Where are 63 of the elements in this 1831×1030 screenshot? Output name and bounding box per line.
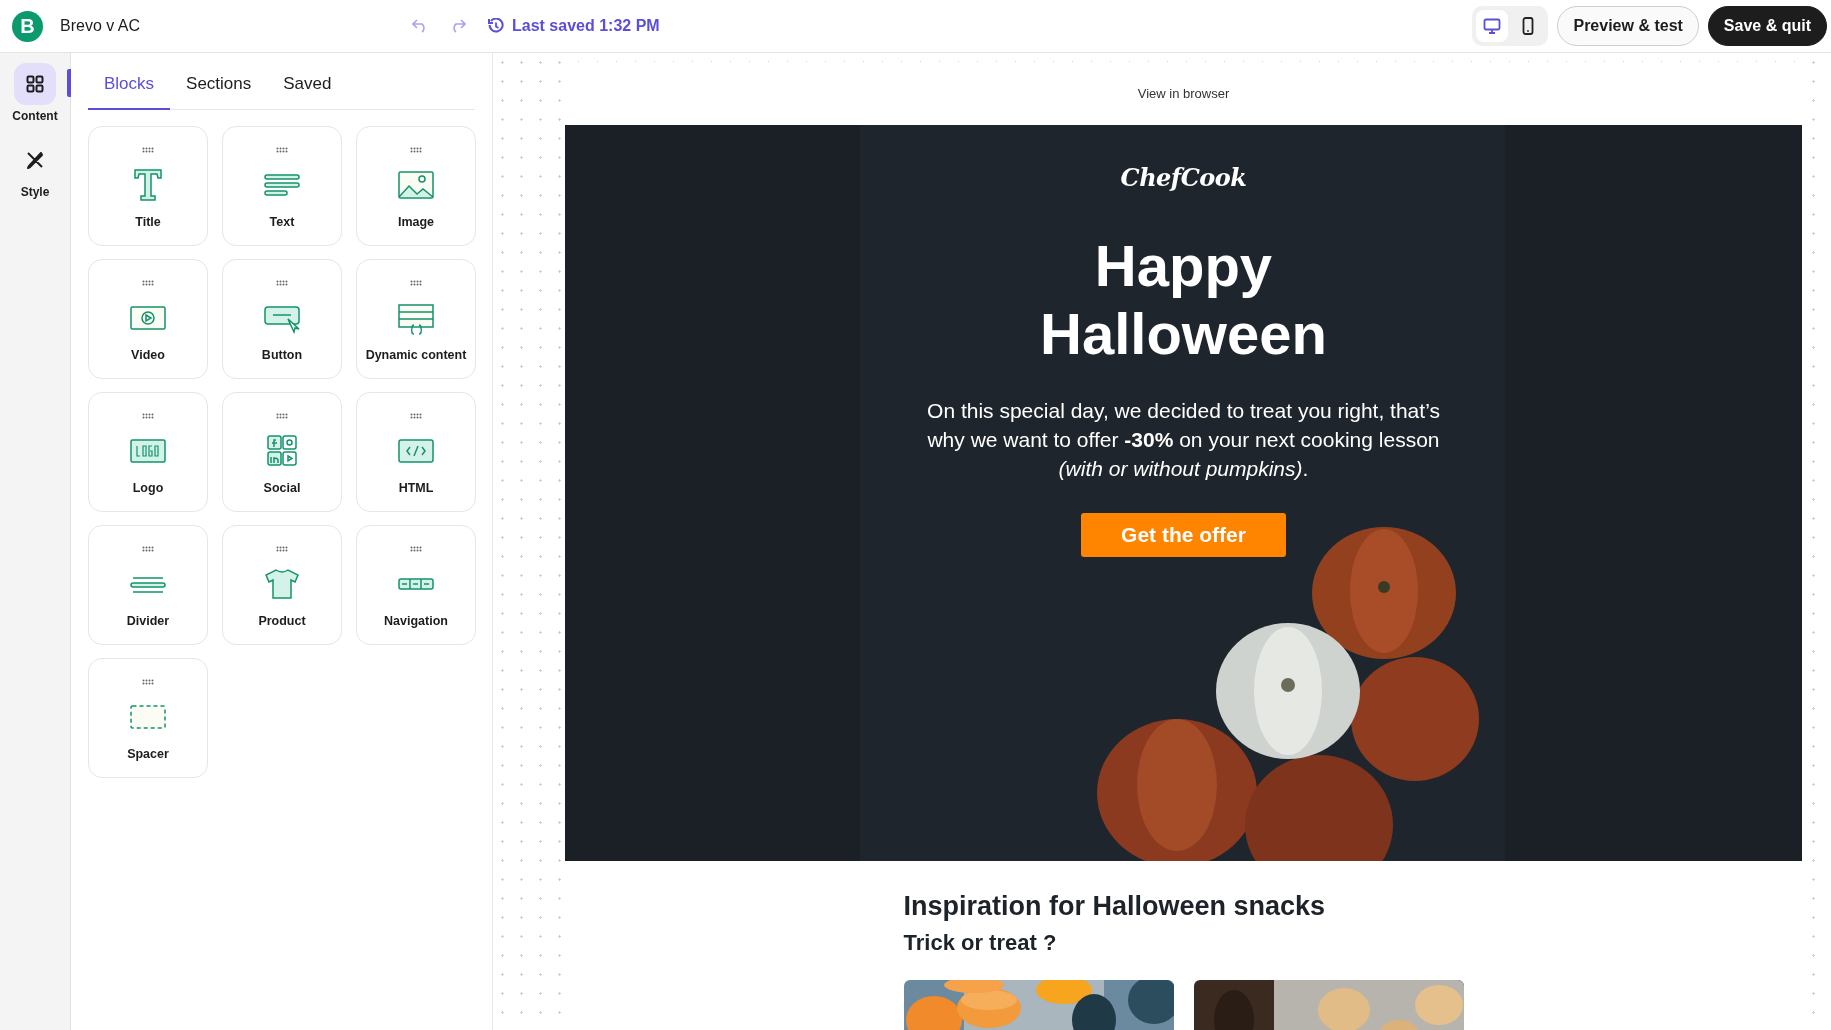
block-label: Dynamic content (365, 348, 467, 362)
history-icon (488, 18, 504, 34)
content-label: Content (12, 109, 58, 123)
block-card[interactable]: Spacer (88, 658, 208, 778)
style-label: Style (20, 185, 50, 199)
email-headline: Happy Halloween (1039, 232, 1328, 368)
panel-tab[interactable]: Sections (170, 63, 268, 110)
drag-handle-icon[interactable] (142, 679, 154, 685)
drag-handle-icon[interactable] (276, 413, 288, 419)
block-label: Spacer (127, 747, 169, 761)
preview-button[interactable]: Preview & test (1557, 6, 1699, 46)
block-label: Navigation (384, 614, 448, 628)
email-body-text: On this special day, we decided to treat you right, that’s why we want to offer -30% on your next cooking lesson (with or without pumpkins). (926, 398, 1441, 482)
app-logo[interactable]: B (12, 10, 43, 42)
brand-logo: ChefCook (1120, 163, 1247, 192)
section-title: Inspiration for Halloween snacks (903, 891, 1327, 922)
pen-cross-icon (25, 150, 45, 170)
block-label: Title (135, 215, 161, 229)
drag-handle-icon[interactable] (142, 147, 154, 153)
block-card[interactable]: Title (88, 126, 208, 246)
block-card[interactable]: HTML (356, 392, 476, 512)
drag-handle-icon[interactable] (142, 546, 154, 552)
panel-tab[interactable]: Saved (267, 63, 348, 110)
drag-handle-icon[interactable] (410, 147, 422, 153)
block-label: Text (269, 215, 295, 229)
block-card[interactable]: Divider (88, 525, 208, 645)
drag-handle-icon[interactable] (276, 280, 288, 286)
last-saved-status: Last saved 1:32 PM (512, 17, 660, 35)
drag-handle-icon[interactable] (410, 413, 422, 419)
block-card[interactable]: Button (222, 259, 342, 379)
monitor-icon (1483, 18, 1502, 34)
drag-handle-icon[interactable] (276, 147, 288, 153)
block-label: Social (263, 481, 301, 495)
block-card[interactable]: Image (356, 126, 476, 246)
block-card[interactable]: Dynamic content (356, 259, 476, 379)
desktop-view-button[interactable] (1476, 10, 1509, 42)
block-label: Image (397, 215, 435, 229)
block-card[interactable]: Video (88, 259, 208, 379)
drag-handle-icon[interactable] (142, 413, 154, 419)
block-label: HTML (398, 481, 434, 495)
panel-tab[interactable]: Blocks (88, 63, 171, 110)
block-label: Product (258, 614, 306, 628)
block-card[interactable]: Product (222, 525, 342, 645)
block-label: Divider (126, 614, 170, 628)
drag-handle-icon[interactable] (410, 280, 422, 286)
grid-icon (26, 75, 44, 93)
drag-handle-icon[interactable] (410, 546, 422, 552)
block-label: Button (261, 348, 303, 362)
view-in-browser-link[interactable]: View in browser (1137, 86, 1230, 101)
block-label: Video (131, 348, 165, 362)
drag-handle-icon[interactable] (142, 280, 154, 286)
phone-icon (1522, 17, 1535, 35)
section-subtitle: Trick or treat ? (903, 930, 1058, 956)
block-label: Logo (132, 481, 164, 495)
drag-handle-icon[interactable] (276, 546, 288, 552)
block-card[interactable]: Navigation (356, 525, 476, 645)
save-button[interactable]: Save & quit (1707, 6, 1827, 46)
block-card[interactable]: Social (222, 392, 342, 512)
block-card[interactable]: Text (222, 126, 342, 246)
content-tab[interactable] (14, 63, 56, 105)
document-title: Brevo v AC (60, 17, 141, 35)
selection-indicator (66, 69, 71, 97)
block-card[interactable]: Logo (88, 392, 208, 512)
